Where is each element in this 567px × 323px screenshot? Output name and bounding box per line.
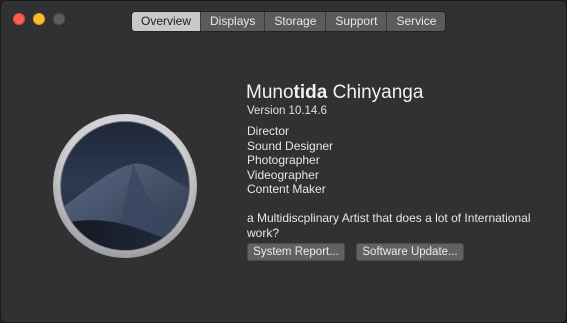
role-item: Photographer [247, 153, 320, 168]
name-part-2: tida [293, 82, 328, 103]
tab-service[interactable]: Service [386, 12, 446, 31]
macos-mojave-icon [53, 114, 197, 258]
minimize-window-button[interactable] [33, 13, 45, 25]
tab-displays[interactable]: Displays [200, 12, 265, 31]
about-this-mac-window: Overview Displays Storage Support Servic… [0, 0, 567, 323]
roles-list: Director Sound Designer Photographer Vid… [247, 124, 333, 197]
name-part-1: Muno [246, 82, 294, 103]
role-item: Content Maker [247, 182, 326, 197]
role-item: Sound Designer [247, 138, 334, 153]
role-item: Videographer [247, 167, 319, 182]
bio-text: a Multidiscplinary Artist that does a lo… [247, 211, 531, 240]
version-label: Version 10.14.6 [247, 105, 327, 117]
profile-name: Munotida Chinyanga [246, 82, 423, 104]
title-bar: Overview Displays Storage Support Servic… [1, 1, 566, 35]
system-report-button[interactable]: System Report... [247, 243, 345, 261]
software-update-button[interactable]: Software Update... [356, 243, 464, 261]
close-window-button[interactable] [13, 13, 25, 25]
tab-storage[interactable]: Storage [264, 12, 326, 31]
tab-bar: Overview Displays Storage Support Servic… [131, 11, 447, 32]
role-item: Director [247, 124, 290, 138]
name-part-3: Chinyanga [327, 82, 424, 103]
zoom-window-button[interactable] [53, 13, 65, 25]
tab-overview[interactable]: Overview [132, 12, 201, 31]
tab-support[interactable]: Support [325, 12, 387, 31]
